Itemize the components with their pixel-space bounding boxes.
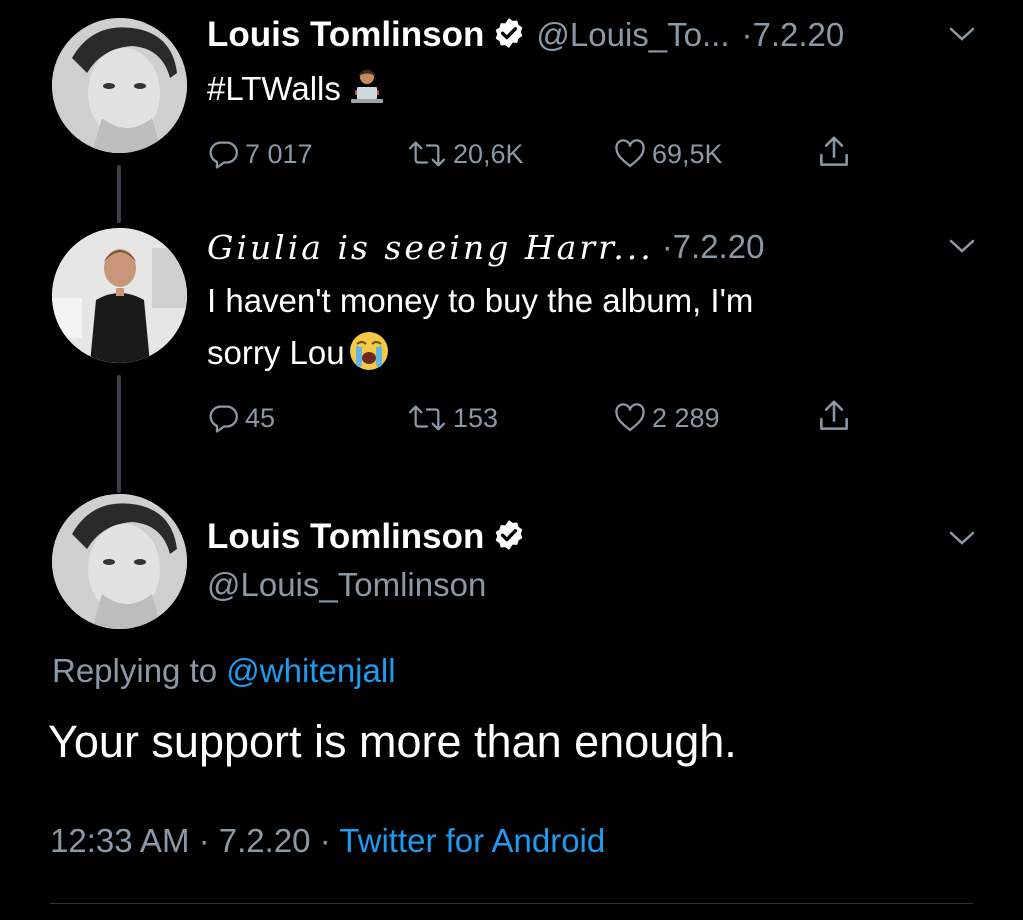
replying-to: Replying to @whitenjall bbox=[52, 652, 396, 690]
like-button[interactable]: 69,5K bbox=[612, 134, 723, 174]
replying-to-link[interactable]: @whitenjall bbox=[226, 652, 395, 689]
meta-separator: · bbox=[198, 822, 210, 859]
reply-count: 45 bbox=[245, 402, 276, 433]
loudly-crying-face-emoji bbox=[347, 329, 391, 378]
like-count: 69,5K bbox=[652, 138, 723, 169]
avatar-image bbox=[52, 18, 187, 153]
retweet-count: 153 bbox=[453, 402, 499, 433]
tweet-2-text-line-2-row: sorry Lou bbox=[207, 328, 391, 378]
tweet-2-date[interactable]: ·7.2.20 bbox=[662, 228, 765, 266]
tweet-1-handle[interactable]: @Louis_To... bbox=[536, 16, 729, 54]
reply-count: 7 017 bbox=[245, 138, 313, 169]
main-tweet-author-name[interactable]: Louis Tomlinson bbox=[207, 517, 484, 557]
chevron-down-icon[interactable] bbox=[947, 528, 977, 548]
retweet-button[interactable]: 153 bbox=[405, 398, 498, 438]
tweet-2-author-name[interactable]: Giulia is seeing Harr... bbox=[207, 228, 654, 267]
tweet-1-header: Louis Tomlinson @Louis_To... ·7.2.20 bbox=[207, 12, 987, 58]
divider bbox=[50, 903, 973, 904]
chevron-down-icon[interactable] bbox=[947, 236, 977, 256]
avatar[interactable] bbox=[52, 494, 187, 629]
thread-line bbox=[117, 165, 121, 223]
retweet-icon bbox=[408, 141, 446, 167]
retweet-button[interactable]: 20,6K bbox=[405, 134, 524, 174]
avatar[interactable] bbox=[52, 18, 187, 153]
reply-button[interactable]: 45 bbox=[207, 398, 275, 438]
heart-icon bbox=[615, 139, 645, 168]
tweet-1-author-name[interactable]: Louis Tomlinson bbox=[207, 15, 484, 55]
verified-badge-icon bbox=[492, 16, 526, 55]
reply-icon bbox=[209, 141, 238, 169]
like-button[interactable]: 2 289 bbox=[612, 398, 720, 438]
tweet-2-header: Giulia is seeing Harr... ·7.2.20 bbox=[207, 224, 987, 270]
main-tweet-text: Your support is more than enough. bbox=[48, 716, 737, 767]
avatar[interactable] bbox=[52, 228, 187, 363]
thread-line bbox=[117, 375, 121, 493]
heart-icon bbox=[615, 403, 645, 432]
avatar-image bbox=[52, 494, 187, 629]
retweet-icon bbox=[408, 405, 446, 431]
meta-separator: · bbox=[319, 822, 331, 859]
hashtag-link[interactable]: #LTWalls bbox=[207, 64, 341, 114]
main-tweet-time: 12:33 AM bbox=[50, 822, 190, 859]
tweet-1-body: #LTWalls bbox=[207, 64, 389, 114]
computer-user-emoji bbox=[345, 65, 389, 114]
tweet-2-text-line-2: sorry Lou bbox=[207, 334, 345, 371]
share-icon[interactable] bbox=[815, 133, 853, 176]
tweet-2-text-line-1: I haven't money to buy the album, I'm bbox=[207, 282, 754, 319]
retweet-count: 20,6K bbox=[453, 138, 524, 169]
main-tweet-meta: 12:33 AM · 7.2.20 · Twitter for Android bbox=[50, 822, 605, 860]
main-tweet-handle[interactable]: @Louis_Tomlinson bbox=[207, 566, 486, 604]
main-tweet-author-row: Louis Tomlinson bbox=[207, 514, 526, 560]
reply-button[interactable]: 7 017 bbox=[207, 134, 313, 174]
chevron-down-icon[interactable] bbox=[947, 24, 977, 44]
replying-prefix: Replying to bbox=[52, 652, 218, 689]
main-tweet-source[interactable]: Twitter for Android bbox=[339, 822, 605, 859]
tweet-1-date[interactable]: ·7.2.20 bbox=[742, 16, 845, 54]
verified-badge-icon bbox=[492, 518, 526, 557]
avatar-image bbox=[52, 228, 187, 363]
main-tweet-date: 7.2.20 bbox=[218, 822, 311, 859]
share-icon[interactable] bbox=[815, 397, 853, 440]
reply-icon bbox=[209, 405, 238, 433]
like-count: 2 289 bbox=[652, 402, 720, 433]
